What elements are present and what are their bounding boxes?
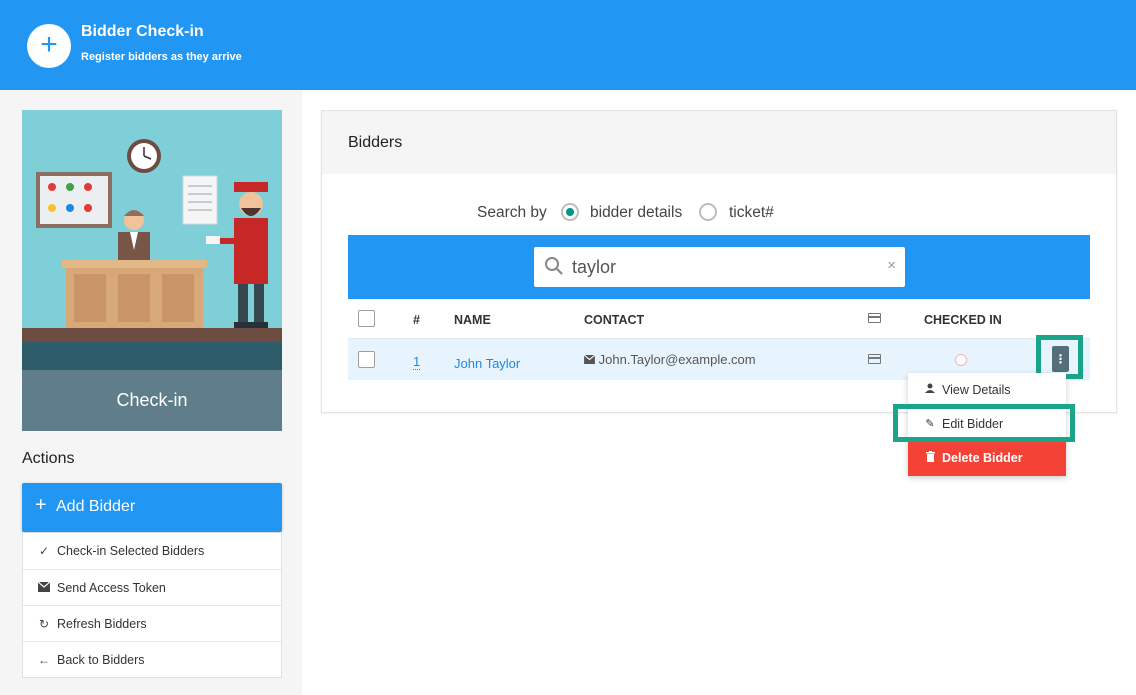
reception-scene-image <box>22 110 282 370</box>
radio-ticket[interactable] <box>699 203 717 221</box>
add-bidder-label: Add Bidder <box>56 498 136 515</box>
action-label: Send Access Token <box>57 581 166 595</box>
search-icon <box>544 256 564 281</box>
menu-view-details[interactable]: View Details <box>908 373 1066 407</box>
check-icon: ✓ <box>38 544 50 558</box>
panel-header: Bidders <box>322 111 1116 174</box>
arrow-left-icon: ← <box>38 653 50 667</box>
action-label: Refresh Bidders <box>57 617 147 631</box>
payment-card-icon <box>868 313 881 323</box>
menu-item-label: View Details <box>942 383 1011 397</box>
bidder-number-link[interactable]: 1 <box>413 355 421 370</box>
bidders-panel: Bidders Search by bidder details ticket#… <box>321 110 1117 413</box>
action-label: Back to Bidders <box>57 653 145 667</box>
col-checked-in: CHECKED IN <box>924 313 1002 327</box>
col-num: # <box>413 313 420 327</box>
page-subtitle: Register bidders as they arrive <box>81 51 242 63</box>
search-by-label: Search by <box>477 204 547 221</box>
action-check-in-selected[interactable]: ✓ Check-in Selected Bidders <box>23 533 281 569</box>
row-checkbox[interactable] <box>358 351 375 368</box>
page-title: Bidder Check-in <box>81 23 204 40</box>
refresh-icon: ↻ <box>38 617 50 631</box>
add-circle-icon[interactable]: + <box>27 24 71 68</box>
action-back-to-bidders[interactable]: ← Back to Bidders <box>23 641 281 677</box>
search-input[interactable] <box>572 255 872 279</box>
app-header: + Bidder Check-in Register bidders as th… <box>0 0 1136 90</box>
envelope-icon <box>37 581 51 595</box>
menu-item-label: Delete Bidder <box>942 451 1023 465</box>
highlight-box-edit <box>893 404 1075 442</box>
bidder-email: John.Taylor@example.com <box>598 352 756 367</box>
payment-card-icon <box>868 354 881 364</box>
action-send-access-token[interactable]: Send Access Token <box>23 569 281 605</box>
menu-delete-bidder[interactable]: Delete Bidder <box>908 441 1066 476</box>
person-icon <box>924 383 936 396</box>
radio-bidder-details-label[interactable]: bidder details <box>590 204 682 222</box>
action-refresh-bidders[interactable]: ↻ Refresh Bidders <box>23 605 281 641</box>
bidder-name-link[interactable]: John Taylor <box>454 356 520 371</box>
trash-icon <box>924 451 936 465</box>
check-in-illustration: Check-in <box>22 110 282 431</box>
add-bidder-button[interactable]: + Add Bidder <box>22 483 282 532</box>
radio-ticket-label[interactable]: ticket# <box>729 204 774 222</box>
illustration-caption: Check-in <box>116 390 188 410</box>
envelope-icon <box>583 352 596 367</box>
col-name: NAME <box>454 313 491 327</box>
search-box: × <box>534 247 905 287</box>
plus-icon: + <box>35 494 47 516</box>
actions-heading: Actions <box>22 450 75 467</box>
panel-title: Bidders <box>348 134 403 151</box>
bidder-contact: John.Taylor@example.com <box>583 352 756 367</box>
col-contact: CONTACT <box>584 313 645 327</box>
radio-bidder-details[interactable] <box>561 203 579 221</box>
action-label: Check-in Selected Bidders <box>57 544 205 558</box>
clear-search-icon[interactable]: × <box>887 257 896 274</box>
search-bar: × <box>348 235 1090 299</box>
checked-in-status[interactable] <box>955 354 967 366</box>
select-all-checkbox[interactable] <box>358 310 375 327</box>
action-list: ✓ Check-in Selected Bidders Send Access … <box>22 533 282 678</box>
sidebar: Check-in Actions + Add Bidder ✓ Check-in… <box>0 90 302 695</box>
table-header: # NAME CONTACT CHECKED IN <box>348 299 1090 339</box>
